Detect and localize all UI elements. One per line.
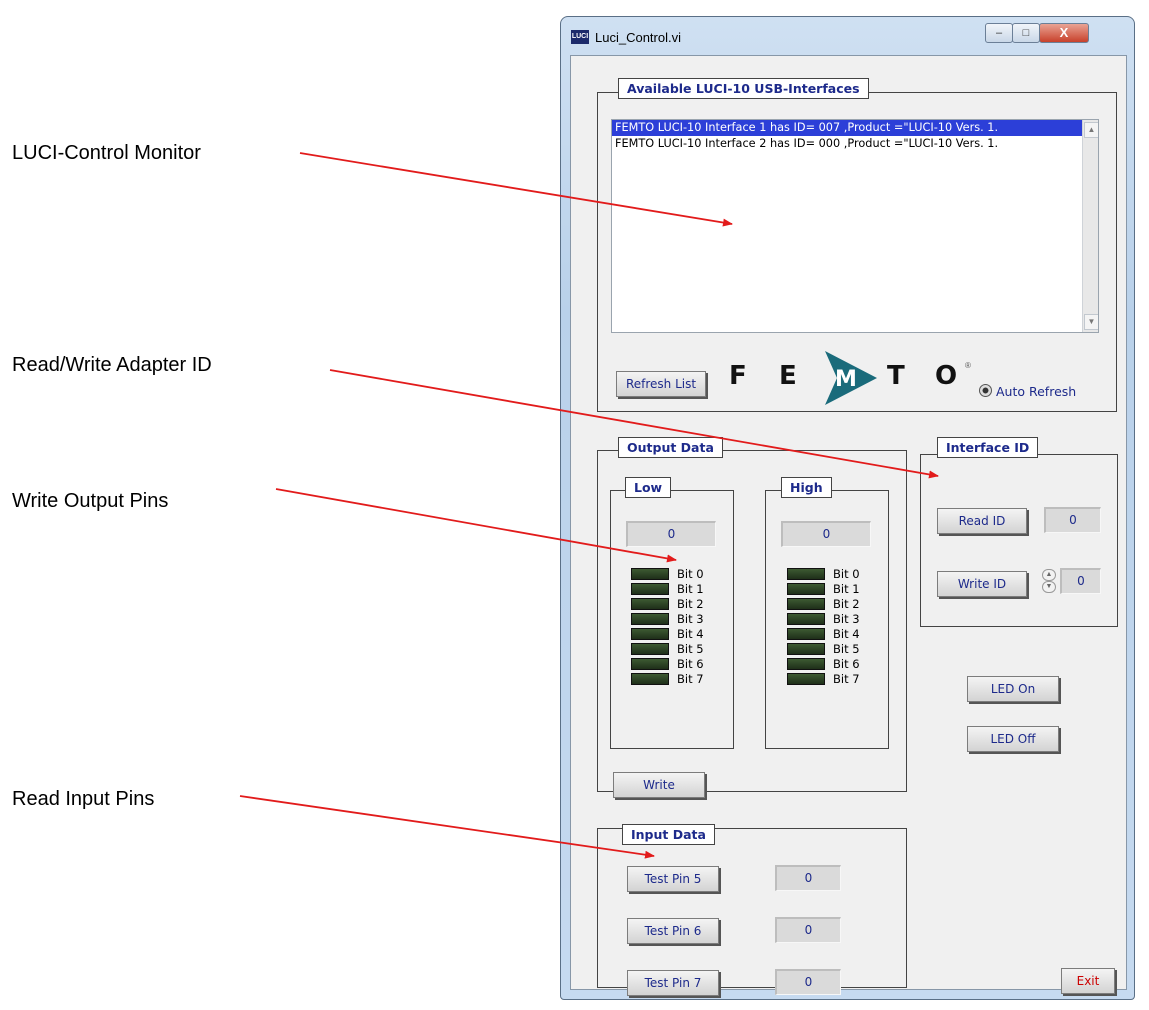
- bit-label: Bit 6: [677, 657, 704, 671]
- test-pin-6-button[interactable]: Test Pin 6: [627, 918, 719, 944]
- low-bit-led[interactable]: [631, 583, 669, 595]
- auto-refresh-label: Auto Refresh: [996, 384, 1077, 399]
- low-bit-led[interactable]: [631, 568, 669, 580]
- scroll-up-icon[interactable]: ▲: [1084, 122, 1098, 138]
- high-bit-led[interactable]: [787, 643, 825, 655]
- low-bit-led[interactable]: [631, 658, 669, 670]
- svg-text:M: M: [835, 367, 857, 392]
- low-label: Low: [625, 477, 672, 498]
- annotation-adapter-id: Read/Write Adapter ID: [12, 354, 212, 376]
- low-value-display: 0: [626, 521, 716, 547]
- logo-e: E: [779, 361, 797, 391]
- bit-label: Bit 2: [677, 597, 704, 611]
- interface-id-label: Interface ID: [937, 437, 1039, 458]
- list-item[interactable]: FEMTO LUCI-10 Interface 1 has ID= 007 ,P…: [612, 120, 1098, 136]
- annotation-output-pins: Write Output Pins: [12, 490, 169, 512]
- interfaces-group-label: Available LUCI-10 USB-Interfaces: [618, 78, 869, 99]
- high-bit-led[interactable]: [787, 658, 825, 670]
- high-bit-led[interactable]: [787, 628, 825, 640]
- led-on-button[interactable]: LED On: [967, 676, 1059, 702]
- list-scrollbar[interactable]: ▲ ▼: [1082, 120, 1098, 332]
- high-value-display: 0: [781, 521, 871, 547]
- bit-label: Bit 1: [677, 582, 704, 596]
- bit-label: Bit 4: [677, 627, 704, 641]
- annotation-input-pins: Read Input Pins: [12, 788, 155, 810]
- annotation-monitor: LUCI-Control Monitor: [12, 142, 201, 164]
- bit-label: Bit 7: [833, 672, 860, 686]
- app-icon: LUCI: [571, 30, 589, 44]
- low-bit-led[interactable]: [631, 643, 669, 655]
- logo-f: F: [729, 361, 747, 391]
- bit-label: Bit 7: [677, 672, 704, 686]
- test-pin-7-display: 0: [775, 969, 841, 995]
- bit-label: Bit 5: [677, 642, 704, 656]
- output-data-label: Output Data: [618, 437, 723, 458]
- low-bit-led[interactable]: [631, 628, 669, 640]
- read-id-button[interactable]: Read ID: [937, 508, 1027, 534]
- bit-label: Bit 4: [833, 627, 860, 641]
- refresh-list-button[interactable]: Refresh List: [616, 371, 706, 397]
- bit-label: Bit 3: [677, 612, 704, 626]
- stepper-up-icon[interactable]: ▲: [1042, 569, 1056, 581]
- read-id-display: 0: [1044, 507, 1101, 533]
- low-bit-led[interactable]: [631, 673, 669, 685]
- high-bit-led[interactable]: [787, 568, 825, 580]
- logo-t: T: [887, 361, 905, 391]
- title-bar[interactable]: LUCI Luci_Control.vi – □ X: [561, 17, 1134, 53]
- luci-control-window: LUCI Luci_Control.vi – □ X Available LUC…: [560, 16, 1135, 1000]
- low-bit-led[interactable]: [631, 613, 669, 625]
- write-id-input[interactable]: 0: [1060, 568, 1101, 594]
- window-title: Luci_Control.vi: [595, 30, 681, 45]
- high-bit-led[interactable]: [787, 583, 825, 595]
- low-bit-led[interactable]: [631, 598, 669, 610]
- bit-label: Bit 0: [677, 567, 704, 581]
- input-data-label: Input Data: [622, 824, 715, 845]
- radio-icon[interactable]: [979, 384, 992, 397]
- high-bit-led[interactable]: [787, 673, 825, 685]
- bit-label: Bit 5: [833, 642, 860, 656]
- front-panel: Available LUCI-10 USB-Interfaces FEMTO L…: [570, 55, 1127, 996]
- exit-button[interactable]: Exit: [1061, 968, 1115, 994]
- scroll-down-icon[interactable]: ▼: [1084, 314, 1098, 330]
- interfaces-listbox[interactable]: FEMTO LUCI-10 Interface 1 has ID= 007 ,P…: [611, 119, 1099, 333]
- list-item[interactable]: FEMTO LUCI-10 Interface 2 has ID= 000 ,P…: [612, 136, 1098, 152]
- bit-label: Bit 0: [833, 567, 860, 581]
- write-button[interactable]: Write: [613, 772, 705, 798]
- input-data-group: [597, 828, 907, 988]
- interface-id-group: [920, 454, 1118, 627]
- test-pin-7-button[interactable]: Test Pin 7: [627, 970, 719, 996]
- high-bit-led[interactable]: [787, 598, 825, 610]
- close-button[interactable]: X: [1039, 23, 1089, 43]
- auto-refresh-option[interactable]: Auto Refresh: [979, 384, 1076, 399]
- maximize-button[interactable]: □: [1012, 23, 1040, 43]
- logo-m-mark: M: [825, 351, 877, 405]
- bit-label: Bit 6: [833, 657, 860, 671]
- test-pin-5-button[interactable]: Test Pin 5: [627, 866, 719, 892]
- minimize-button[interactable]: –: [985, 23, 1013, 43]
- write-id-button[interactable]: Write ID: [937, 571, 1027, 597]
- test-pin-6-display: 0: [775, 917, 841, 943]
- write-id-stepper[interactable]: ▲ ▼: [1042, 569, 1056, 595]
- bit-label: Bit 2: [833, 597, 860, 611]
- stepper-down-icon[interactable]: ▼: [1042, 581, 1056, 593]
- logo-o: O: [935, 361, 958, 391]
- high-label: High: [781, 477, 832, 498]
- test-pin-5-display: 0: [775, 865, 841, 891]
- bit-label: Bit 3: [833, 612, 860, 626]
- high-bit-led[interactable]: [787, 613, 825, 625]
- led-off-button[interactable]: LED Off: [967, 726, 1059, 752]
- bit-label: Bit 1: [833, 582, 860, 596]
- registered-mark: ®: [965, 361, 971, 370]
